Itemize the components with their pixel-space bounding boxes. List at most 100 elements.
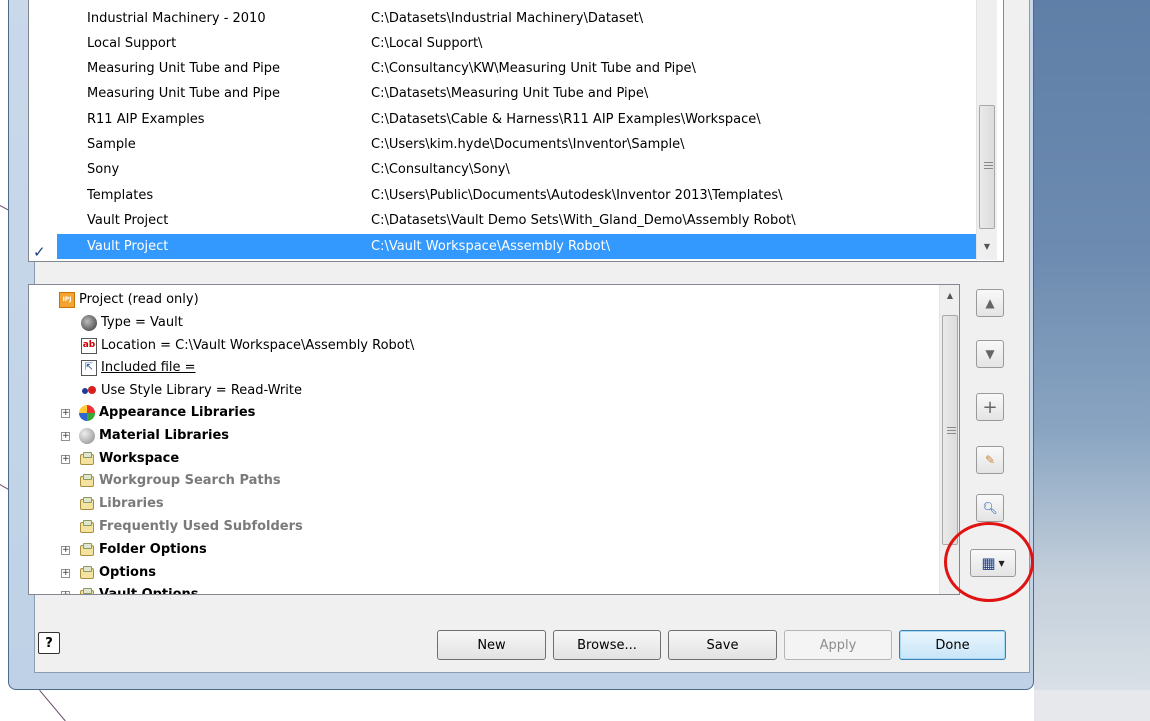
done-button[interactable]: Done [899,630,1006,660]
project-path: C:\Users\kim.hyde\Documents\Inventor\Sam… [371,137,685,152]
project-row[interactable]: Sample C:\Users\kim.hyde\Documents\Inven… [29,132,976,157]
tree-item-label: Location = C:\Vault Workspace\Assembly R… [101,338,415,353]
project-path: C:\Datasets\Industrial Machinery\Dataset… [371,11,644,26]
project-name: Industrial Machinery - 2010 [87,11,266,26]
find-button[interactable]: 🔍︎ [976,494,1004,522]
tree-item-workspace[interactable]: Workspace [79,448,179,470]
tree-item-label: Frequently Used Subfolders [99,519,303,534]
save-button[interactable]: Save [668,630,777,660]
project-file-icon: IPJ [59,292,75,308]
project-path: C:\Datasets\Vault Demo Sets\With_Gland_D… [371,213,796,228]
scrollbar-thumb[interactable] [979,105,995,229]
scrollbar-thumb[interactable] [942,315,958,545]
help-button[interactable]: ? [38,632,60,654]
project-name: Sample [87,137,136,152]
expand-icon[interactable]: + [61,432,70,441]
project-path: C:\Local Support\ [371,36,483,51]
folder-icon [79,587,95,594]
tree-item-style-library[interactable]: Use Style Library = Read-Write [81,380,302,402]
tree-item-label: Options [99,565,156,580]
project-name: R11 AIP Examples [87,112,205,127]
folder-icon [79,565,95,581]
tree-item-options[interactable]: Options [79,562,156,584]
project-path: C:\Users\Public\Documents\Autodesk\Inven… [371,188,783,203]
project-row[interactable]: Measuring Unit Tube and Pipe C:\Consulta… [29,56,976,81]
tree-item-libraries[interactable]: Libraries [79,493,164,515]
apply-button[interactable]: Apply [784,630,892,660]
project-name: Vault Project [87,213,169,228]
tree-item-type[interactable]: Type = Vault [81,312,183,334]
new-button[interactable]: New [437,630,546,660]
project-row-selected[interactable]: Vault Project C:\Vault Workspace\Assembl… [57,234,976,259]
active-project-check-icon: ✓ [33,243,46,261]
project-name: Local Support [87,36,177,51]
project-list[interactable]: Industrial Machinery - 2010 C:\Datasets\… [28,0,1004,262]
expand-icon[interactable]: + [61,591,70,594]
material-icon [79,428,95,444]
tree-item-appearance-libraries[interactable]: Appearance Libraries [79,402,255,424]
project-row[interactable]: Local Support C:\Local Support\ [29,31,976,56]
tree-item-label: Material Libraries [99,428,230,443]
project-name: Measuring Unit Tube and Pipe [87,86,280,101]
appearance-icon [79,405,95,421]
style-library-icon [81,383,97,399]
project-row[interactable]: Measuring Unit Tube and Pipe C:\Datasets… [29,81,976,106]
edit-button[interactable]: ✎ [976,446,1004,474]
tree-item-project[interactable]: IPJ Project (read only) [59,289,199,311]
tree-item-included-file[interactable]: ⇱ Included file = [81,357,196,379]
project-row[interactable]: Industrial Machinery - 2010 C:\Datasets\… [29,6,976,31]
included-file-icon: ⇱ [81,360,97,376]
desktop-bottom-area [0,690,1034,721]
tree-item-label: Type = Vault [101,315,183,330]
desktop-right-area [1034,0,1150,721]
expand-icon[interactable]: + [61,569,70,578]
project-row[interactable]: Sony C:\Consultancy\Sony\ [29,157,976,182]
folder-icon [79,496,95,512]
project-path: C:\Datasets\Cable & Harness\R11 AIP Exam… [371,112,761,127]
project-name: Templates [87,188,154,203]
tree-item-material-libraries[interactable]: Material Libraries [79,425,229,447]
browse-button[interactable]: Browse... [553,630,661,660]
tree-item-label: Use Style Library = Read-Write [101,383,302,398]
vault-icon [81,315,97,331]
expand-icon[interactable]: + [61,546,70,555]
folder-icon [79,542,95,558]
tree-item-vault-options[interactable]: Vault Options [79,584,199,595]
tree-item-label: Libraries [99,496,164,511]
magnifier-icon: 🔍︎ [982,501,998,515]
project-path: C:\Consultancy\Sony\ [371,162,510,177]
project-row[interactable]: R11 AIP Examples C:\Datasets\Cable & Har… [29,107,976,132]
move-up-button[interactable]: ▲ [976,289,1004,317]
tree-item-workgroup-search-paths[interactable]: Workgroup Search Paths [79,470,281,492]
tree-item-label: Workspace [99,451,180,466]
folder-icon [79,473,95,489]
text-field-icon: ab [81,338,97,354]
project-settings-tree[interactable]: IPJ Project (read only) Type = Vault ab … [28,284,960,595]
project-path: C:\Vault Workspace\Assembly Robot\ [371,239,611,254]
tree-item-folder-options[interactable]: Folder Options [79,539,207,561]
project-row[interactable]: Vault Project C:\Datasets\Vault Demo Set… [29,208,976,233]
scroll-down-arrow-icon[interactable]: ▼ [977,236,997,256]
arrow-up-icon: ▲ [985,296,995,310]
move-down-button[interactable]: ▼ [976,340,1004,368]
expand-icon[interactable]: + [61,409,70,418]
project-name: Measuring Unit Tube and Pipe [87,61,280,76]
tree-item-label: Included file = [101,360,196,375]
project-list-scrollbar[interactable]: ▼ [976,0,997,260]
tree-item-label: Appearance Libraries [99,405,256,420]
tree-item-label: Workgroup Search Paths [99,473,281,488]
tree-item-label: Project (read only) [79,292,199,307]
tree-item-location[interactable]: ab Location = C:\Vault Workspace\Assembl… [81,335,414,357]
project-row[interactable]: Templates C:\Users\Public\Documents\Auto… [29,183,976,208]
tree-item-label: Folder Options [99,542,207,557]
plus-icon: + [982,396,998,418]
tree-item-label: Vault Options [99,587,199,595]
project-path: C:\Datasets\Measuring Unit Tube and Pipe… [371,86,649,101]
add-path-button[interactable]: + [976,393,1004,421]
folder-icon [79,519,95,535]
expand-icon[interactable]: + [61,455,70,464]
pencil-icon: ✎ [984,453,996,467]
scroll-up-arrow-icon[interactable]: ▲ [940,285,959,305]
project-name: Sony [87,162,120,177]
tree-item-frequently-used-subfolders[interactable]: Frequently Used Subfolders [79,516,303,538]
